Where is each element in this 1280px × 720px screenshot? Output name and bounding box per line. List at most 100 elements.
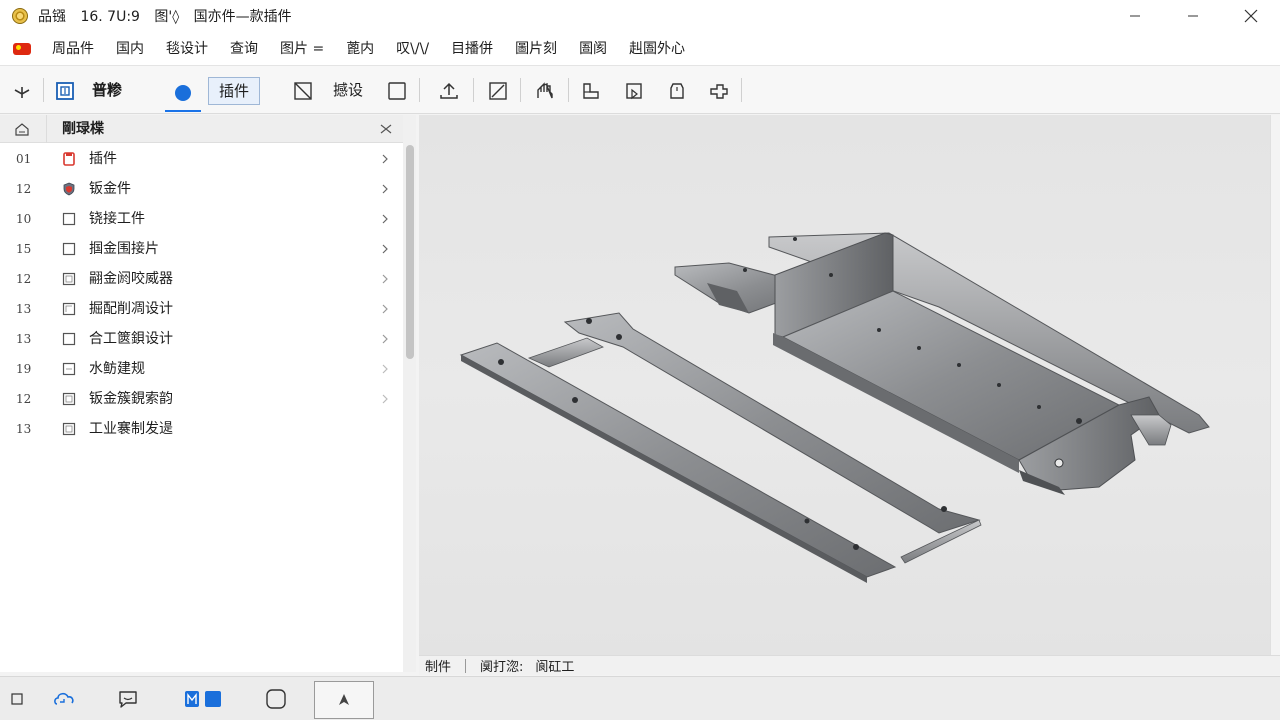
menu-item[interactable]: 圖片刻 (504, 32, 568, 66)
bend-button[interactable] (533, 79, 557, 103)
item-label: 钣金簇鋧索韵 (89, 391, 173, 407)
common-icon-button[interactable] (54, 80, 76, 102)
hem-button[interactable] (666, 79, 688, 103)
document-blue-icon (56, 82, 74, 100)
rounded-square-icon (266, 689, 286, 709)
tree-item[interactable]: 13 掘配削凋设计 (0, 294, 403, 324)
tab-plugin[interactable]: 插件 (208, 77, 260, 105)
toolbar: 普糁 插件 撼设 (0, 66, 1280, 114)
menu-item[interactable]: 赳圄外心 (618, 32, 696, 66)
status-item: 阒打淴: (480, 660, 524, 675)
title-part: 16. 7U:9 (80, 9, 140, 25)
box-icon (62, 302, 76, 316)
scroll-thumb[interactable] (406, 145, 414, 359)
chat-button[interactable] (112, 677, 144, 720)
right-channel-part[interactable] (674, 232, 1210, 495)
title-part: 国亦件—款插件 (193, 9, 292, 25)
sheet-metal-model[interactable] (419, 115, 1270, 655)
chevron-right-icon[interactable] (380, 363, 390, 375)
corner-icon (626, 83, 642, 100)
flange-button[interactable] (580, 79, 602, 103)
pin-icon (14, 87, 30, 98)
menu-bar: 周品件 国内 毯设计 查询 图片 = 蓖内 叹\/\/ 目播併 圖片刻 圄阂 赳… (0, 32, 1280, 66)
menu-item[interactable]: 国内 (105, 32, 155, 66)
chevron-right-icon[interactable] (380, 273, 390, 285)
chevron-right-icon[interactable] (380, 393, 390, 405)
tree-item[interactable]: 19 水鲂建规 (0, 354, 403, 384)
menu-item[interactable]: 图片 = (269, 32, 335, 66)
item-label: 插件 (89, 151, 117, 167)
home-icon[interactable] (14, 121, 30, 137)
circle-icon (175, 85, 191, 101)
item-label: 铙接工件 (89, 211, 145, 227)
rounded-square-button[interactable] (262, 677, 290, 720)
upload-button[interactable] (437, 79, 461, 103)
refresh-button[interactable] (48, 677, 80, 720)
maximize-button[interactable] (1164, 0, 1222, 32)
menu-item[interactable]: 周品件 (41, 32, 105, 66)
model-viewport[interactable] (419, 115, 1270, 655)
item-number: 12 (16, 182, 32, 196)
bottom-taskbar (0, 676, 1280, 720)
tree-item[interactable]: 13 合工篋鋇设计 (0, 324, 403, 354)
tab-active-indicator[interactable] (165, 76, 201, 112)
title-part: 图'◊ (154, 9, 180, 25)
menu-item[interactable]: 蓖内 (335, 32, 385, 66)
menu-item[interactable]: 目播併 (440, 32, 504, 66)
dock-toggle-button[interactable] (10, 80, 34, 102)
menu-item[interactable]: 叹\/\/ (385, 32, 440, 66)
item-label: 钣金件 (89, 181, 131, 197)
red-doc-icon (63, 152, 75, 166)
title-bar: 品镪 16. 7U:9 图'◊ 国亦件—款插件 (0, 0, 1280, 32)
app-logo-icon (12, 8, 28, 24)
tree-item[interactable]: 12 翤金阏咬威器 (0, 264, 403, 294)
minimize-alt-icon (1188, 15, 1198, 17)
sketch-button[interactable] (292, 80, 314, 102)
app-switch-button[interactable] (178, 677, 226, 720)
box-icon (62, 332, 76, 346)
item-label: 合工篋鋇设计 (89, 331, 173, 347)
corner-button[interactable] (623, 79, 645, 103)
chevron-right-icon[interactable] (380, 213, 390, 225)
hand-icon (537, 82, 553, 99)
chevron-right-icon[interactable] (380, 333, 390, 345)
chevron-right-icon[interactable] (380, 243, 390, 255)
square-small-icon (11, 693, 23, 705)
common-label[interactable]: 普糁 (92, 66, 122, 114)
close-button[interactable] (1222, 0, 1280, 32)
panel-scrollbar[interactable] (403, 115, 416, 672)
upload-icon (440, 82, 458, 99)
chevron-right-icon[interactable] (380, 183, 390, 195)
language-flag-icon[interactable] (13, 42, 31, 55)
minimize-button[interactable] (1106, 0, 1164, 32)
tree-item[interactable]: 10 铙接工件 (0, 204, 403, 234)
viewport-scrollbar[interactable] (1270, 115, 1280, 655)
tree-item[interactable]: 12 钣金件 (0, 174, 403, 204)
menu-item[interactable]: 查询 (219, 32, 269, 66)
item-number: 13 (16, 422, 32, 436)
settings-label[interactable]: 撼设 (333, 66, 363, 114)
cursor-button[interactable] (314, 681, 374, 719)
collapse-icon[interactable] (379, 122, 393, 136)
square-button[interactable] (386, 80, 408, 102)
window-title: 品镪 16. 7U:9 图'◊ 国亦件—款插件 (38, 6, 302, 26)
tag-icon (670, 83, 684, 99)
tree-item[interactable]: 12 钣金簇鋧索韵 (0, 384, 403, 414)
item-number: 13 (16, 332, 32, 346)
tree-item[interactable]: 15 掴金围接片 (0, 234, 403, 264)
item-label: 工业褰制发遈 (89, 421, 173, 437)
panel-header: 剛琭楪 (0, 115, 403, 143)
menu-item[interactable]: 毯设计 (155, 32, 219, 66)
chat-icon (119, 691, 137, 708)
unfold-button[interactable] (707, 79, 731, 103)
feature-tree-panel: 剛琭楪 01 插件 12 钣金件 10 铙接工件 15 掴金围接片 12 翤金阏… (0, 115, 416, 672)
menu-item[interactable]: 圄阂 (568, 32, 618, 66)
chevron-right-icon[interactable] (380, 303, 390, 315)
tree-item[interactable]: 01 插件 (0, 144, 403, 174)
item-number: 13 (16, 302, 32, 316)
square-small-button[interactable] (6, 677, 28, 720)
chevron-right-icon[interactable] (380, 153, 390, 165)
item-number: 15 (16, 242, 32, 256)
tree-item[interactable]: 13 工业褰制发遈 (0, 414, 403, 444)
edit-button[interactable] (486, 79, 510, 103)
